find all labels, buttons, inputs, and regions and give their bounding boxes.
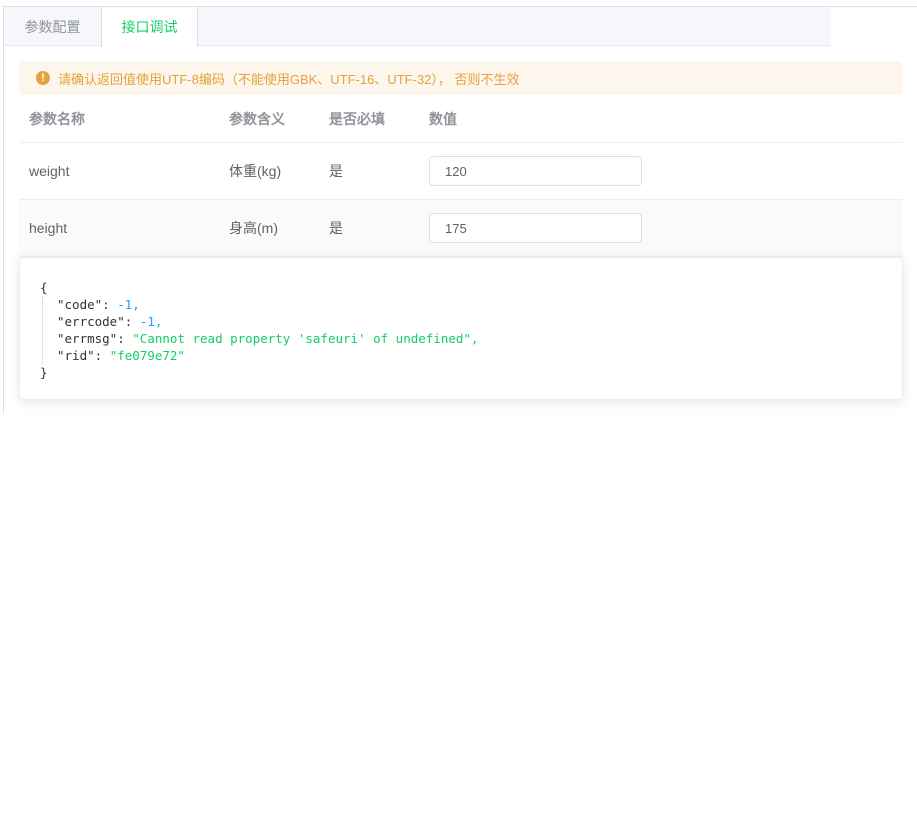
param-name: height bbox=[29, 220, 68, 236]
header-required: 是否必填 bbox=[329, 110, 385, 127]
json-value: -1, bbox=[117, 297, 140, 312]
param-required: 是 bbox=[329, 163, 343, 179]
param-meaning: 身高(m) bbox=[229, 220, 278, 236]
response-json: { "code": -1, "errcode": -1, "errmsg": "… bbox=[40, 279, 902, 381]
warning-icon: ! bbox=[36, 71, 50, 85]
json-key: "errmsg" bbox=[57, 331, 118, 346]
tabs-header: 参数配置 接口调试 bbox=[4, 7, 831, 47]
json-value: "fe079e72" bbox=[109, 348, 185, 363]
json-line: "errcode": -1, bbox=[57, 314, 163, 329]
header-param-name: 参数名称 bbox=[29, 110, 85, 127]
param-required: 是 bbox=[329, 220, 343, 236]
table-header: 参数名称 参数含义 是否必填 数值 bbox=[19, 95, 903, 143]
json-open-brace: { bbox=[40, 280, 48, 295]
encoding-warning-alert: ! 请确认返回值使用UTF-8编码（不能使用GBK、UTF-16、UTF-32）… bbox=[19, 61, 903, 95]
alert-text: 请确认返回值使用UTF-8编码（不能使用GBK、UTF-16、UTF-32）， … bbox=[58, 71, 520, 87]
json-close-brace: } bbox=[40, 365, 48, 380]
json-body: "code": -1, "errcode": -1, "errmsg": "Ca… bbox=[42, 296, 902, 364]
param-meaning: 体重(kg) bbox=[229, 163, 282, 179]
table-row: weight 体重(kg) 是 bbox=[19, 143, 903, 200]
json-line: "code": -1, bbox=[57, 297, 140, 312]
weight-value-input[interactable] bbox=[429, 156, 642, 186]
table-row: height 身高(m) 是 bbox=[19, 200, 903, 257]
tab-api-debug[interactable]: 接口调试 bbox=[101, 7, 198, 47]
json-line: "rid": "fe079e72" bbox=[57, 348, 185, 363]
header-value: 数值 bbox=[429, 110, 457, 127]
height-value-input[interactable] bbox=[429, 213, 642, 243]
json-key: "code" bbox=[57, 297, 103, 312]
json-value: "Cannot read property 'safeuri' of undef… bbox=[132, 331, 479, 346]
tabs-panel: 参数配置 接口调试 ! 请确认返回值使用UTF-8编码（不能使用GBK、UTF-… bbox=[3, 6, 917, 414]
value-cell bbox=[429, 143, 642, 199]
header-param-meaning: 参数含义 bbox=[229, 110, 285, 127]
param-name: weight bbox=[29, 163, 70, 179]
json-line: "errmsg": "Cannot read property 'safeuri… bbox=[57, 331, 479, 346]
params-table: 参数名称 参数含义 是否必填 数值 weight 体重(kg) 是 height… bbox=[19, 95, 903, 257]
value-cell bbox=[429, 200, 642, 256]
tab-param-config[interactable]: 参数配置 bbox=[4, 7, 101, 46]
json-value: -1, bbox=[139, 314, 163, 329]
json-key: "errcode" bbox=[57, 314, 125, 329]
response-result-card: { "code": -1, "errcode": -1, "errmsg": "… bbox=[19, 257, 903, 400]
json-key: "rid" bbox=[57, 348, 95, 363]
